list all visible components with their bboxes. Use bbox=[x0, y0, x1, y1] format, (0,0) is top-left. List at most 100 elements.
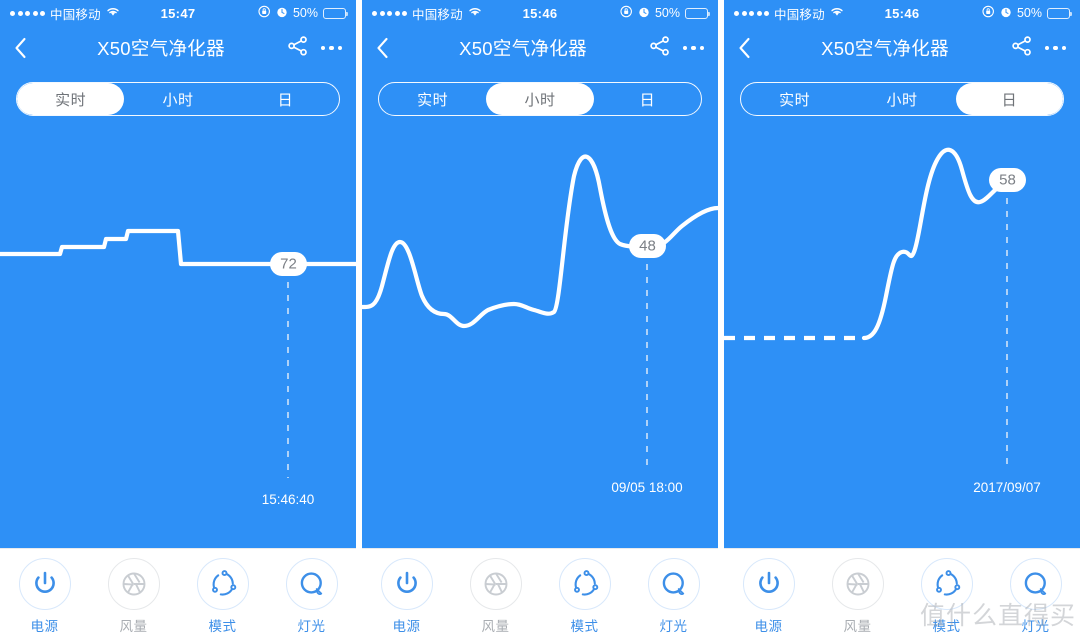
carrier-label: 中国移动 bbox=[412, 7, 463, 22]
chart-value-text: 48 bbox=[639, 238, 656, 255]
tab-realtime[interactable]: 实时 bbox=[741, 83, 848, 115]
chart-time-label: 15:46:40 bbox=[262, 492, 315, 507]
status-bar-left: 中国移动 bbox=[372, 4, 482, 23]
tool-label-mode: 模式 bbox=[932, 619, 961, 634]
tool-label-fan: 风量 bbox=[843, 619, 872, 634]
tab-day[interactable]: 日 bbox=[594, 83, 701, 115]
tool-light[interactable]: 灯光 bbox=[635, 558, 713, 635]
chart-time-label: 2017/09/07 bbox=[973, 480, 1041, 495]
nav-actions bbox=[1011, 35, 1066, 61]
share-icon[interactable] bbox=[649, 35, 671, 61]
tool-mode[interactable]: 模式 bbox=[908, 558, 986, 635]
rotation-lock-icon bbox=[258, 5, 271, 21]
rotation-lock-icon bbox=[982, 5, 995, 21]
tabs-container: 实时 小时 日 bbox=[0, 70, 356, 116]
battery-icon bbox=[1047, 7, 1073, 19]
status-bar-right: 50% bbox=[620, 5, 711, 21]
share-icon[interactable] bbox=[1011, 35, 1033, 61]
wifi-icon bbox=[830, 6, 844, 20]
tool-label-mode: 模式 bbox=[570, 619, 599, 634]
signal-dots-icon bbox=[734, 10, 769, 16]
tool-fan[interactable]: 风量 bbox=[457, 558, 535, 635]
wifi-icon bbox=[468, 6, 482, 20]
tool-light[interactable]: 灯光 bbox=[997, 558, 1075, 635]
back-button[interactable] bbox=[14, 33, 40, 63]
light-icon bbox=[1009, 558, 1062, 610]
tool-label-mode: 模式 bbox=[208, 619, 237, 634]
tab-hour[interactable]: 小时 bbox=[848, 83, 955, 115]
nav-bar: X50空气净化器 bbox=[362, 26, 718, 70]
chart-day[interactable]: 58 2017/09/07 bbox=[724, 126, 1080, 548]
tab-day[interactable]: 日 bbox=[232, 83, 339, 115]
battery-percent-label: 50% bbox=[654, 6, 680, 20]
tool-power[interactable]: 电源 bbox=[730, 558, 808, 635]
battery-percent-label: 50% bbox=[1016, 6, 1042, 20]
back-button[interactable] bbox=[738, 33, 764, 63]
chart-value-text: 58 bbox=[999, 172, 1016, 189]
more-dots-icon[interactable] bbox=[320, 45, 342, 51]
chart-value-text: 72 bbox=[280, 256, 297, 273]
back-button[interactable] bbox=[376, 33, 402, 63]
carrier-label: 中国移动 bbox=[50, 7, 101, 22]
tool-label-fan: 风量 bbox=[119, 619, 148, 634]
tab-hour[interactable]: 小时 bbox=[486, 83, 594, 115]
power-icon bbox=[18, 558, 71, 610]
status-bar-right: 50% bbox=[258, 5, 349, 21]
tool-label-power: 电源 bbox=[392, 619, 421, 634]
tab-day[interactable]: 日 bbox=[955, 83, 1063, 115]
tool-power[interactable]: 电源 bbox=[368, 558, 446, 635]
phone-panel-hour: 中国移动 15:46 50% X50空气净化器 实时 小时 日 48 09/05… bbox=[362, 0, 718, 640]
alarm-clock-icon bbox=[638, 6, 650, 21]
nav-bar: X50空气净化器 bbox=[724, 26, 1080, 70]
carrier-label: 中国移动 bbox=[774, 7, 825, 22]
signal-dots-icon bbox=[372, 10, 407, 16]
battery-icon bbox=[685, 7, 711, 19]
app-content-area: 中国移动 15:46 50% bbox=[362, 0, 718, 548]
tool-label-light: 灯光 bbox=[659, 619, 688, 634]
tool-fan[interactable]: 风量 bbox=[95, 558, 173, 635]
status-bar-right: 50% bbox=[982, 5, 1073, 21]
segmented-control: 实时 小时 日 bbox=[16, 82, 340, 116]
more-dots-icon[interactable] bbox=[1044, 45, 1066, 51]
bottom-toolbar: 电源 风量 模式 灯光 bbox=[362, 548, 718, 640]
tool-light[interactable]: 灯光 bbox=[273, 558, 351, 635]
mode-icon bbox=[920, 558, 973, 610]
tool-label-light: 灯光 bbox=[297, 619, 326, 634]
fan-aperture-icon bbox=[831, 558, 884, 610]
tool-mode[interactable]: 模式 bbox=[546, 558, 624, 635]
tabs-container: 实时 小时 日 bbox=[724, 70, 1080, 116]
tool-label-power: 电源 bbox=[30, 619, 59, 634]
battery-percent-label: 50% bbox=[292, 6, 318, 20]
rotation-lock-icon bbox=[620, 5, 633, 21]
share-icon[interactable] bbox=[287, 35, 309, 61]
signal-dots-icon bbox=[10, 10, 45, 16]
tool-power[interactable]: 电源 bbox=[6, 558, 84, 635]
chart-hour[interactable]: 48 09/05 18:00 bbox=[362, 126, 718, 548]
phone-panel-realtime: 中国移动 15:47 50% X50空气净化器 实时 小时 日 72 15:46… bbox=[0, 0, 356, 640]
light-icon bbox=[647, 558, 700, 610]
battery-icon bbox=[323, 7, 349, 19]
alarm-clock-icon bbox=[276, 6, 288, 21]
bottom-toolbar: 电源 风量 模式 灯光 bbox=[0, 548, 356, 640]
mode-icon bbox=[558, 558, 611, 610]
alarm-clock-icon bbox=[1000, 6, 1012, 21]
tool-mode[interactable]: 模式 bbox=[184, 558, 262, 635]
tabs-container: 实时 小时 日 bbox=[362, 70, 718, 116]
fan-aperture-icon bbox=[107, 558, 160, 610]
page-title: X50空气净化器 bbox=[97, 38, 225, 59]
chart-realtime[interactable]: 72 15:46:40 bbox=[0, 126, 356, 548]
tool-fan[interactable]: 风量 bbox=[819, 558, 897, 635]
chart-time-label: 09/05 18:00 bbox=[611, 480, 682, 495]
tab-realtime[interactable]: 实时 bbox=[17, 83, 125, 115]
tool-label-power: 电源 bbox=[754, 619, 783, 634]
tab-realtime[interactable]: 实时 bbox=[379, 83, 486, 115]
more-dots-icon[interactable] bbox=[682, 45, 704, 51]
phone-panel-day: 中国移动 15:46 50% X50空气净化器 实时 小时 日 58 2017/… bbox=[724, 0, 1080, 640]
fan-aperture-icon bbox=[469, 558, 522, 610]
mode-icon bbox=[196, 558, 249, 610]
status-bar: 中国移动 15:46 50% bbox=[362, 0, 718, 26]
status-bar: 中国移动 15:47 50% bbox=[0, 0, 356, 26]
tab-hour[interactable]: 小时 bbox=[124, 83, 231, 115]
power-icon bbox=[742, 558, 795, 610]
tool-label-fan: 风量 bbox=[481, 619, 510, 634]
